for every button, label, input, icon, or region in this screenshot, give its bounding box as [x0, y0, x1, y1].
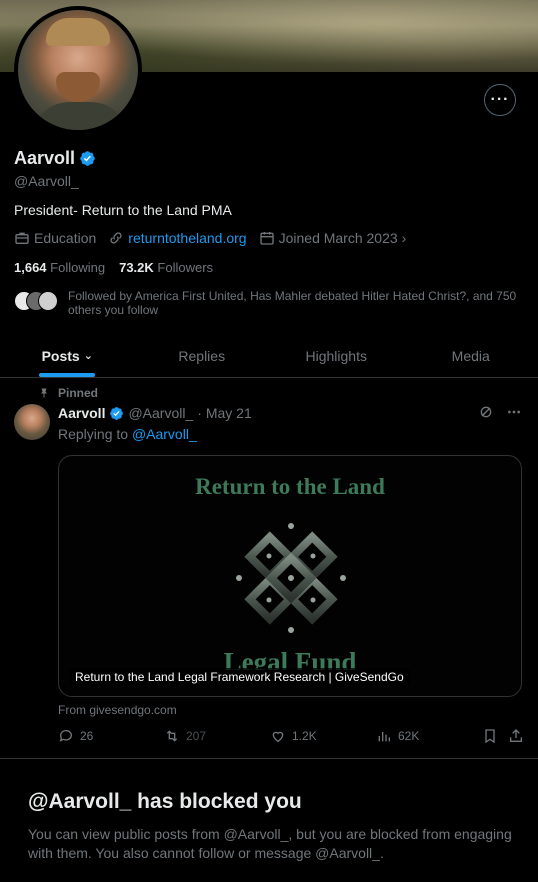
tab-posts[interactable]: Posts ⌄	[0, 334, 135, 377]
briefcase-icon	[15, 232, 29, 244]
reply-button[interactable]: 26	[58, 728, 164, 744]
link-card[interactable]: Return to the Land Legal Fund Return to …	[58, 455, 522, 697]
replying-to-link[interactable]: @Aarvoll_	[132, 426, 197, 442]
post-date[interactable]: · May 21	[197, 405, 251, 421]
followed-by[interactable]: Followed by America First United, Has Ma…	[14, 289, 524, 317]
post-author-handle[interactable]: @Aarvoll_	[128, 405, 193, 421]
like-button[interactable]: 1.2K	[270, 728, 376, 744]
tab-highlights[interactable]: Highlights	[269, 334, 404, 377]
link-icon	[110, 232, 122, 244]
blocked-text: You can view public posts from @Aarvoll_…	[28, 826, 512, 861]
blocked-title: @Aarvoll_ has blocked you	[28, 790, 302, 813]
tab-media[interactable]: Media	[404, 334, 538, 377]
profile-name: Aarvoll	[14, 148, 76, 168]
pinned-indicator: Pinned	[38, 386, 98, 400]
joined-label: Joined March 2023	[278, 230, 398, 246]
bookmark-icon	[485, 729, 495, 744]
card-source[interactable]: From givesendgo.com	[58, 703, 177, 717]
views-icon	[378, 732, 390, 742]
card-image-subtitle: Legal Fund	[223, 648, 357, 670]
repost-icon	[166, 730, 178, 742]
heart-icon	[272, 731, 284, 743]
followed-by-text: Followed by America First United, Has Ma…	[68, 289, 517, 317]
chevron-right-icon: ›	[401, 230, 407, 246]
followers-link[interactable]: 73.2K Followers	[119, 260, 213, 275]
website-link[interactable]: returntotheland.org	[128, 230, 246, 246]
category-item: Education	[14, 230, 96, 246]
grok-icon[interactable]	[478, 404, 494, 420]
joined-item[interactable]: Joined March 2023 ›	[259, 230, 407, 246]
website-item[interactable]: returntotheland.org	[108, 230, 247, 246]
more-icon[interactable]	[506, 404, 522, 420]
profile-tabs: Posts ⌄ Replies Highlights Media	[0, 334, 538, 378]
card-emblem	[236, 523, 346, 633]
card-image-title: Return to the Land	[195, 474, 385, 499]
verified-badge-icon	[80, 151, 95, 166]
share-button[interactable]	[508, 728, 524, 744]
calendar-icon	[259, 232, 274, 245]
profile-bio: President- Return to the Land PMA	[14, 202, 232, 218]
avatar	[38, 291, 58, 311]
chevron-down-icon: ⌄	[83, 350, 93, 362]
tab-replies[interactable]: Replies	[135, 334, 270, 377]
share-icon	[510, 729, 522, 742]
post-author-avatar[interactable]	[14, 404, 50, 440]
following-link[interactable]: 1,664 Following	[14, 260, 105, 275]
repost-button[interactable]: 207	[164, 728, 270, 744]
verified-badge-icon	[110, 406, 124, 420]
card-caption[interactable]: Return to the Land Legal Framework Resea…	[69, 668, 410, 686]
replying-to: Replying to @Aarvoll_	[58, 426, 197, 442]
divider	[0, 758, 538, 759]
views-button[interactable]: 62K	[376, 728, 482, 744]
pin-icon	[41, 388, 47, 398]
reply-icon	[59, 730, 72, 742]
profile-handle: @Aarvoll_	[14, 173, 79, 189]
more-options-button[interactable]: ···	[484, 84, 516, 116]
follower-avatars	[14, 291, 58, 313]
post-author-name[interactable]: Aarvoll	[58, 405, 105, 421]
bookmark-button[interactable]	[482, 728, 508, 744]
profile-avatar[interactable]	[14, 6, 142, 134]
category-label: Education	[34, 230, 97, 246]
